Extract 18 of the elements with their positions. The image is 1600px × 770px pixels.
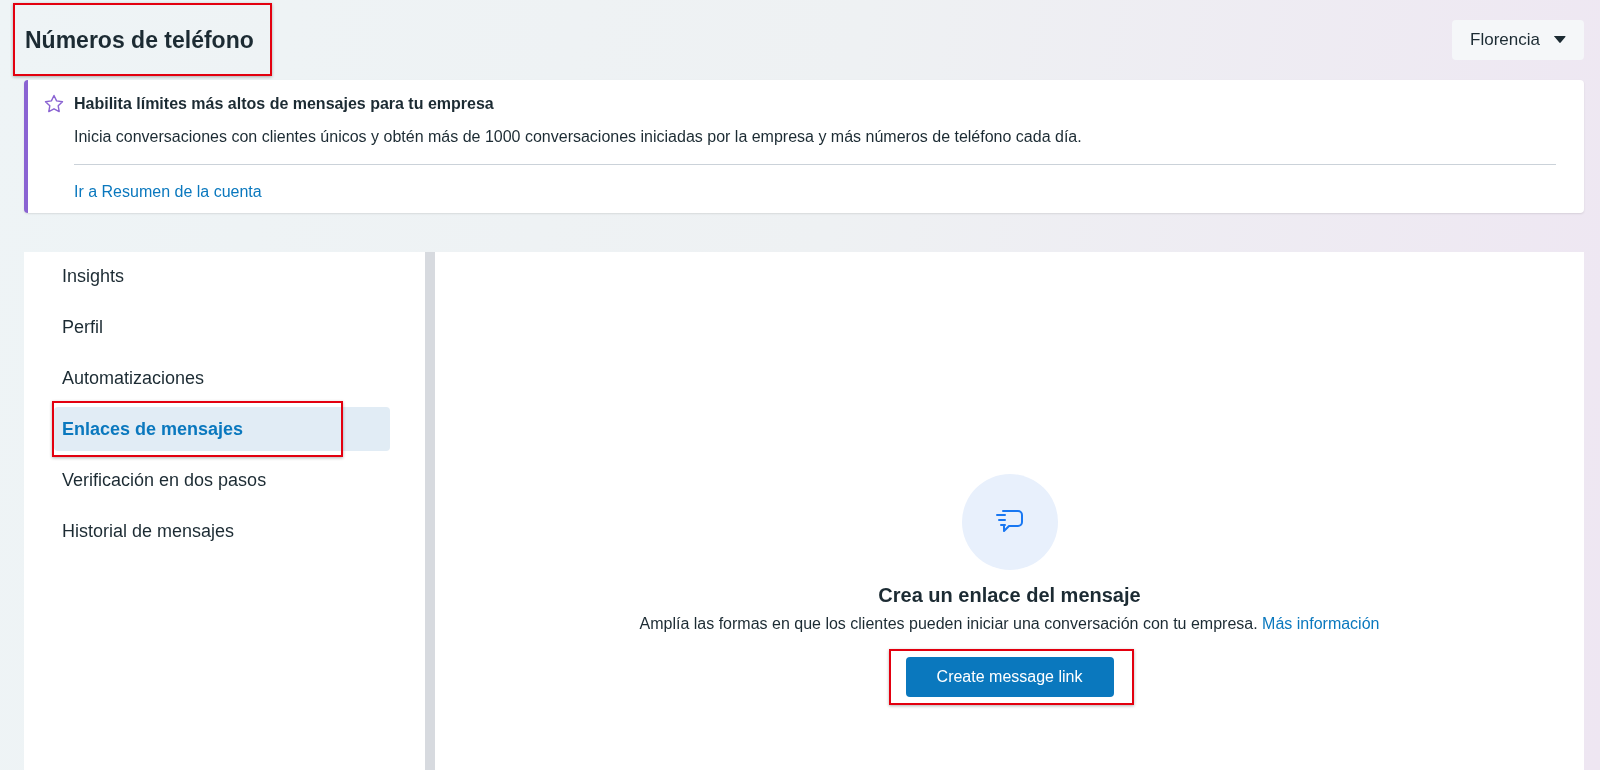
empty-state-heading: Crea un enlace del mensaje: [878, 584, 1141, 607]
sidebar-item[interactable]: Insights: [54, 254, 390, 298]
sidebar-item[interactable]: Enlaces de mensajes: [54, 407, 390, 451]
create-message-link-button[interactable]: Create message link: [905, 657, 1114, 697]
account-dropdown[interactable]: Florencia: [1452, 20, 1584, 60]
banner-text: Inicia conversaciones con clientes únicos y obtén más de 1000 conversaciones iniciadas por la empresa y más números de teléfono cada día.: [74, 128, 1556, 165]
sidebar-item[interactable]: Perfil: [54, 305, 390, 349]
sidebar-item[interactable]: Automatizaciones: [54, 356, 390, 400]
empty-state-description: Amplía las formas en que los clientes pueden iniciar una conversación con tu empresa. Más información: [639, 615, 1380, 633]
learn-more-link[interactable]: Más información: [1262, 615, 1380, 632]
caret-icon: [1554, 36, 1566, 44]
star-icon: [44, 94, 64, 114]
sidebar-item[interactable]: Verificación en dos pasos: [54, 458, 390, 502]
sidebar-item[interactable]: Historial de mensajes: [54, 509, 390, 553]
account-summary-link[interactable]: Ir a Resumen de la cuenta: [74, 183, 262, 201]
banner-title: Habilita límites más altos de mensajes para tu empresa: [74, 95, 494, 113]
scrollbar[interactable]: [425, 252, 435, 770]
page-title: Números de teléfono: [24, 26, 254, 54]
